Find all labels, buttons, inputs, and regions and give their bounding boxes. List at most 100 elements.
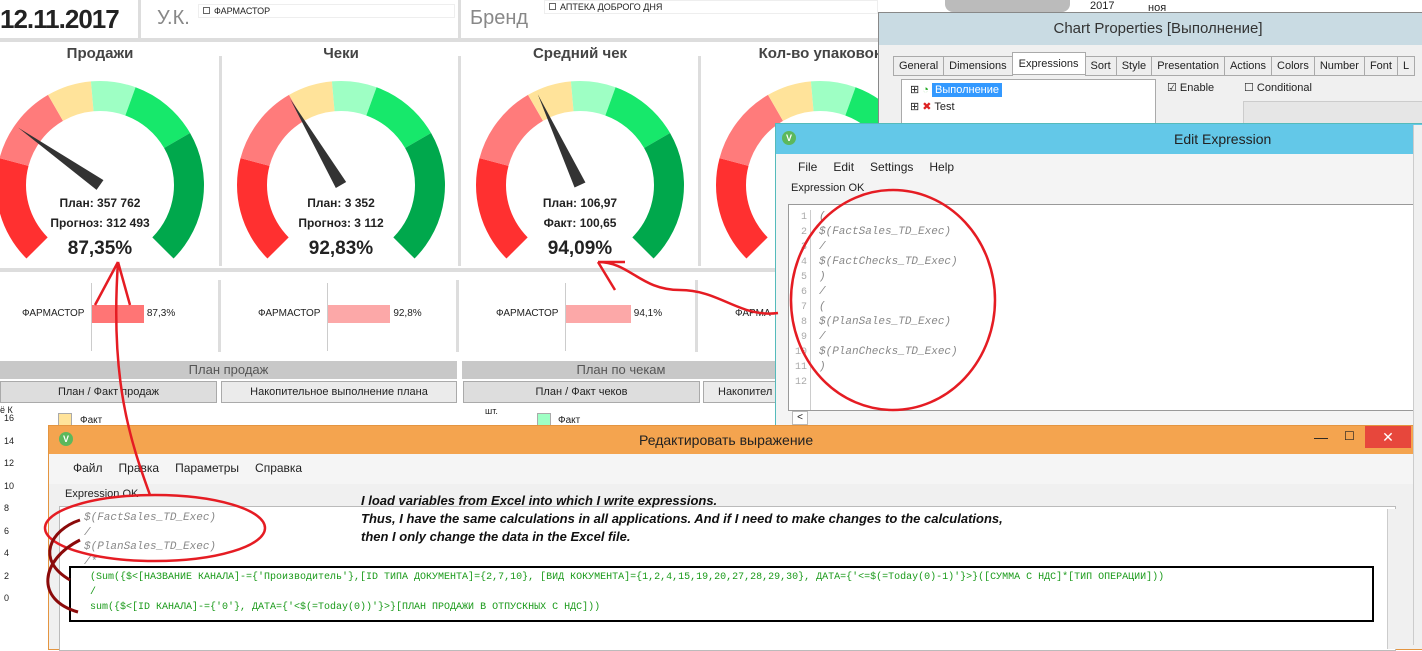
code-line: )	[819, 361, 826, 373]
line-number: 12	[794, 377, 807, 388]
brand-label: Бренд	[470, 7, 529, 29]
checks-cumulative-button[interactable]: Накопител	[703, 381, 780, 403]
axis-tick: 12	[4, 458, 15, 468]
tab-sort[interactable]: Sort	[1084, 56, 1117, 76]
gauge-percent: 87,35%	[67, 238, 133, 259]
conditional-checkbox[interactable]: ☐ Conditional	[1244, 81, 1312, 94]
line-number: 8	[800, 317, 807, 328]
menu-bar: File Edit Settings Help	[776, 154, 1422, 180]
divider	[219, 56, 222, 266]
brand-filter-item[interactable]: АПТЕКА ДОБРОГО ДНЯ	[544, 0, 878, 14]
brand-value: АПТЕКА ДОБРОГО ДНЯ	[560, 2, 663, 12]
bar[interactable]	[92, 305, 144, 323]
tab-expressions[interactable]: Expressions	[1011, 52, 1086, 75]
menu-item[interactable]: Help	[929, 160, 954, 174]
menu-item[interactable]: Справка	[255, 461, 302, 475]
enable-checkbox[interactable]: ☑ Enable	[1167, 81, 1214, 94]
uk-label: У.К.	[157, 7, 190, 29]
tree-item-vypolnenie[interactable]: ⊞ ◔ Выполнение	[902, 80, 1155, 99]
code-line: /	[819, 241, 826, 253]
menu-item[interactable]: Settings	[870, 160, 913, 174]
title-bar: V Edit Expression	[776, 124, 1422, 154]
maximize-button[interactable]: ☐	[1344, 429, 1355, 443]
axis-tick: 4	[4, 548, 10, 558]
tree-label: Выполнение	[932, 83, 1003, 97]
sales-cumulative-button[interactable]: Накопительное выполнение плана	[221, 381, 457, 403]
edit-expression-ru-window: V Редактировать выражение — ☐ ✕ Файл Прав…	[48, 425, 1422, 651]
annotation-line: Thus, I have the same calculations in al…	[361, 511, 1003, 526]
section-checks-header: План по чекам	[462, 361, 780, 379]
bar-label: ФАРМАСТОР	[22, 308, 85, 319]
line-number: 7	[800, 302, 807, 313]
window-title: Edit Expression	[1174, 131, 1272, 147]
code-line: )	[819, 271, 826, 283]
tree-label: Test	[934, 101, 955, 113]
error-icon: ✖	[922, 101, 932, 113]
window-title: Chart Properties [Выполнение]	[879, 13, 1422, 45]
checks-plan-fact-button[interactable]: План / Факт чеков	[463, 381, 700, 403]
minimize-button[interactable]: —	[1314, 429, 1328, 445]
right-scrollbar[interactable]	[1413, 125, 1422, 645]
button-top[interactable]	[945, 0, 1070, 12]
uk-filter-item[interactable]: ФАРМАСТОР	[198, 4, 455, 18]
axis-tick: 14	[4, 435, 15, 446]
divider	[698, 56, 701, 266]
tab-presentation[interactable]: Presentation	[1151, 56, 1225, 76]
expression-code: ($(FactSales_TD_Exec) / $(FactChecks_TD_Ex…	[819, 210, 958, 390]
annotation-line: I load variables from Excel into which I…	[361, 493, 718, 508]
bar[interactable]	[566, 305, 631, 323]
line-number: 3	[800, 242, 807, 253]
checks-unit: шт.	[485, 406, 498, 416]
tab-actions[interactable]: Actions	[1223, 56, 1273, 76]
close-button[interactable]: ✕	[1365, 426, 1411, 448]
line-number: 11	[794, 362, 807, 373]
button-label: План / Факт чеков	[535, 386, 628, 398]
gauge-percent: 92,83%	[308, 238, 374, 259]
menu-item[interactable]: File	[798, 160, 817, 174]
scroll-left-button[interactable]: <	[792, 411, 808, 425]
gauge-plan: План: 3 352	[307, 196, 375, 210]
year[interactable]: 2017	[1090, 0, 1114, 12]
bar-label: ФАРМАСТОР	[496, 308, 559, 319]
menu-item[interactable]: Правка	[119, 461, 160, 475]
expression-editor[interactable]: 1 2 3 4 5 6 7 8 9 10 11 12 ($(FactSales_TD_Exec) / $(…	[788, 204, 1422, 411]
vertical-scrollbar[interactable]	[1387, 509, 1399, 649]
divider	[0, 268, 780, 272]
divider	[458, 56, 461, 266]
bar-label: ФАРМАСТОР	[258, 308, 321, 319]
gauge-segment	[716, 158, 768, 259]
code-line: $(PlanSales_TD_Exec)	[84, 541, 217, 553]
code-line: $(PlanChecks_TD_Exec)	[819, 346, 958, 358]
gauge-forecast: Прогноз: 3 112	[298, 216, 384, 230]
tab-dimensions[interactable]: Dimensions	[943, 56, 1013, 76]
gauge-title: Чеки	[323, 45, 359, 62]
sales-plan-fact-button[interactable]: План / Факт продаж	[0, 381, 217, 403]
menu-item[interactable]: Edit	[833, 160, 854, 174]
button-label: Накопител	[718, 386, 773, 398]
expression-tree: ⊞ ◔ Выполнение ⊞ ✖ Test	[901, 79, 1156, 129]
line-number: 6	[800, 287, 807, 298]
menu-item[interactable]: Параметры	[175, 461, 239, 475]
code-line: /	[819, 331, 826, 343]
line-number: 1	[800, 212, 807, 223]
tab-l[interactable]: L	[1396, 56, 1416, 76]
tab-style[interactable]: Style	[1115, 56, 1153, 76]
conditional-input[interactable]	[1243, 101, 1422, 125]
button-label: Накопительное выполнение плана	[250, 386, 428, 398]
gauge-title: Продажи	[66, 45, 134, 62]
tab-number[interactable]: Number	[1313, 56, 1365, 76]
tab-colors[interactable]: Colors	[1271, 56, 1315, 76]
code-line: $(FactChecks_TD_Exec)	[819, 256, 958, 268]
tab-font[interactable]: Font	[1363, 56, 1398, 76]
menu-item[interactable]: Файл	[73, 461, 103, 475]
bar[interactable]	[328, 305, 391, 323]
tree-item-test[interactable]: ⊞ ✖ Test	[902, 99, 1155, 114]
line-number: 4	[800, 257, 807, 268]
gauge-plan: План: 357 762	[59, 196, 141, 210]
axis-tick: 10	[4, 480, 15, 491]
expression-status: Expression OK	[791, 182, 865, 194]
tab-general[interactable]: General	[893, 56, 945, 76]
uk-value: ФАРМАСТОР	[214, 6, 271, 16]
divider	[458, 0, 461, 40]
line-number: 9	[800, 332, 807, 343]
